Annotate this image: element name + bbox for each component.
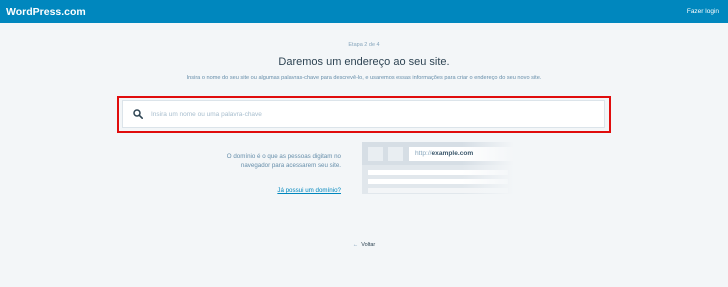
search-input[interactable] (151, 110, 581, 118)
back-label: Voltar (361, 242, 376, 248)
arrow-left-icon: ← (352, 242, 359, 248)
domain-explanation: O domínio é o que as pessoas digitam no … (226, 153, 341, 170)
page-title: Daremos um endereço ao seu site. (278, 56, 450, 68)
example-url: http://example.com (415, 150, 474, 157)
step-indicator: Etapa 2 de 4 (348, 42, 380, 48)
page-subtitle: Insira o nome do seu site ou algumas pal… (186, 75, 542, 81)
back-button[interactable]: ← Voltar (0, 242, 728, 248)
existing-domain-link[interactable]: Já possui um domínio? (215, 187, 341, 194)
search-icon (133, 109, 143, 119)
domain-search-box[interactable] (122, 100, 605, 128)
wordpress-logo[interactable]: WordPress.com (6, 6, 86, 18)
masterbar: WordPress.com Fazer login (0, 0, 728, 23)
login-link[interactable]: Fazer login (687, 8, 719, 15)
